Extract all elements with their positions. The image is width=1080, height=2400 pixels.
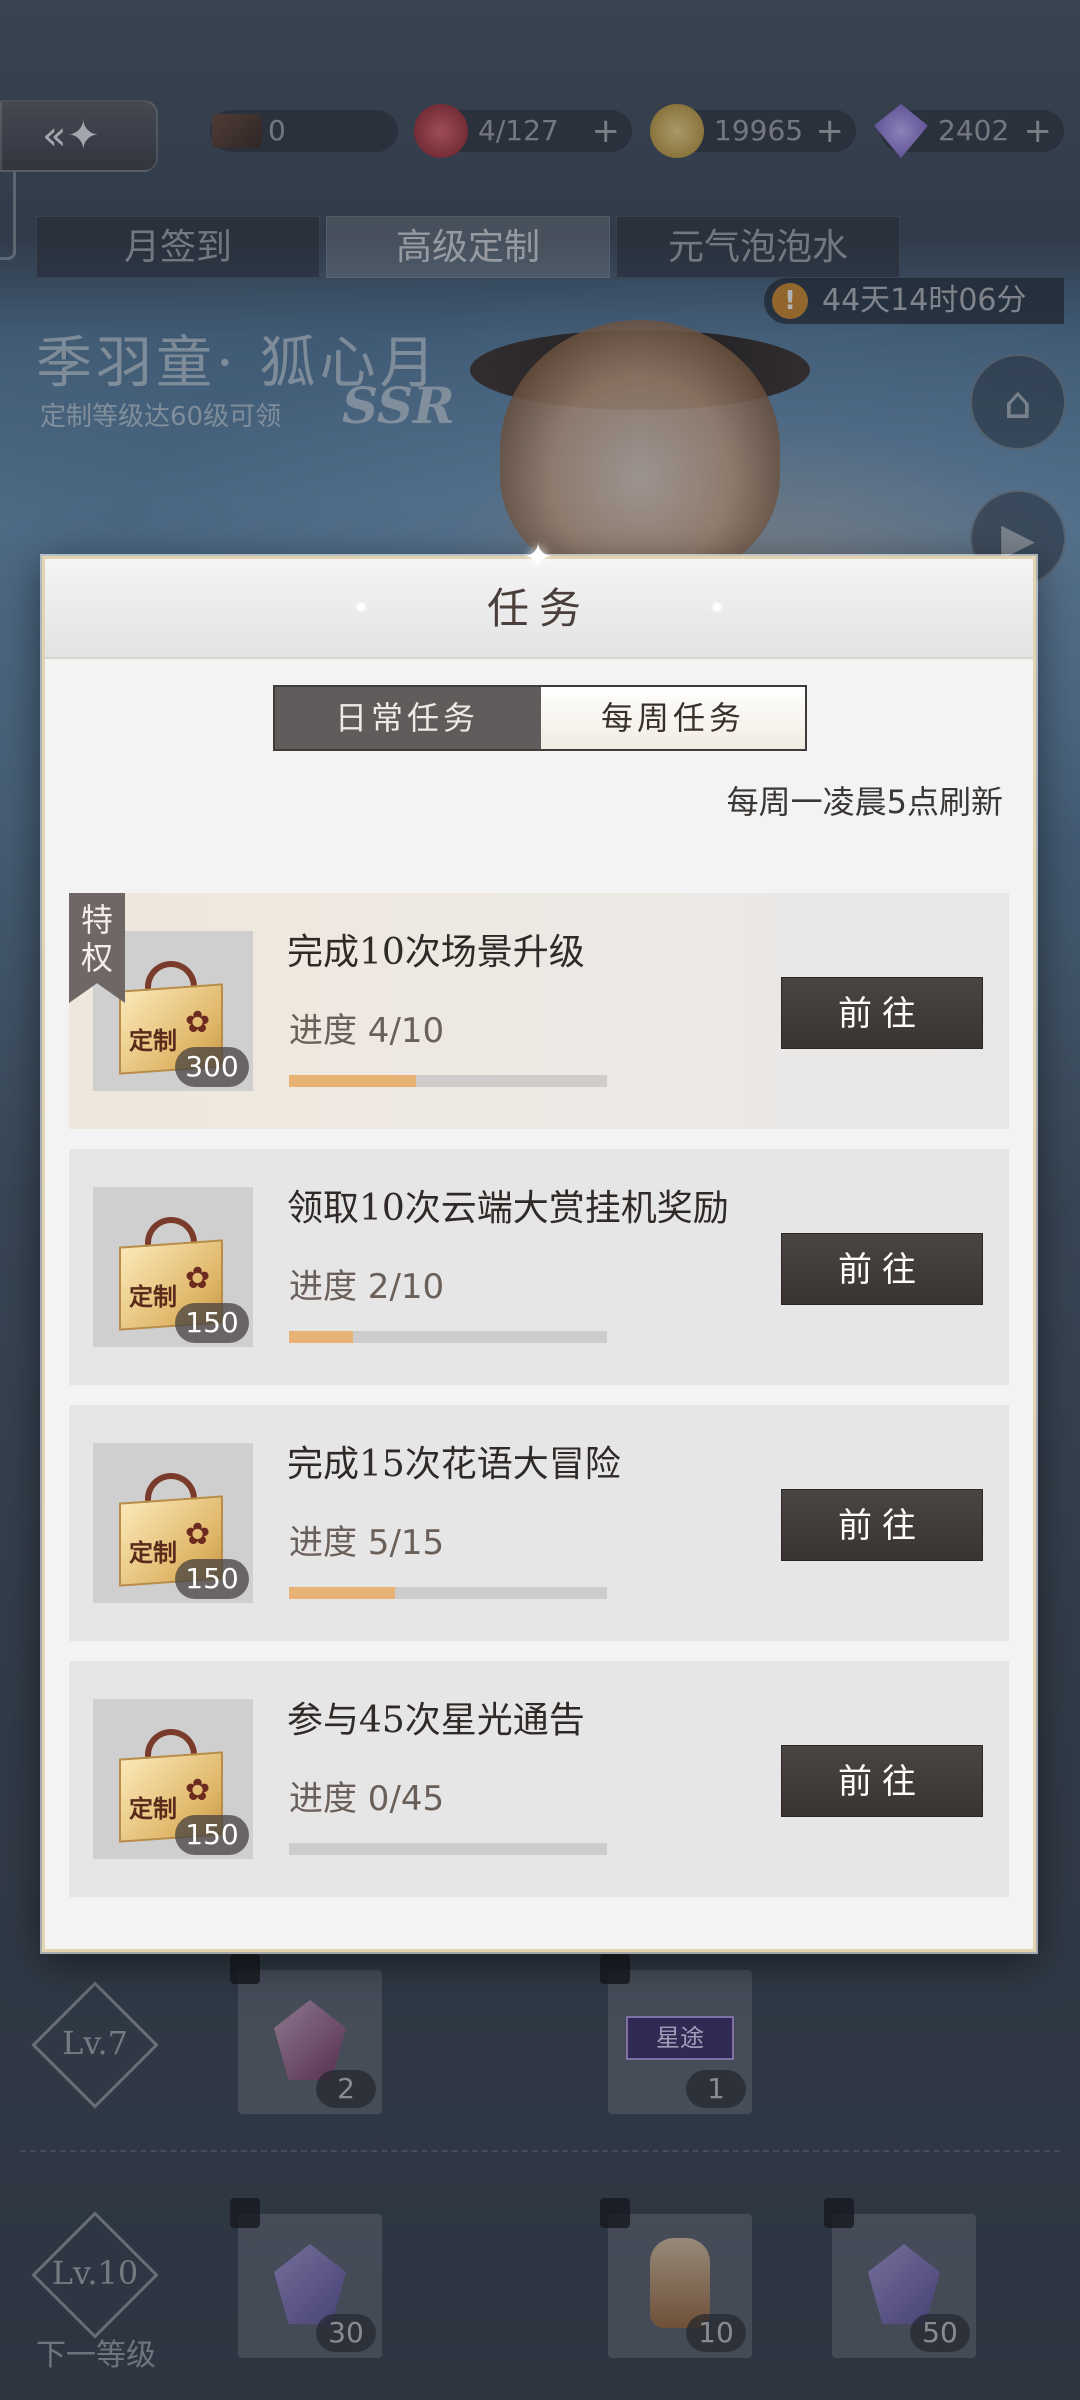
task-row: 定制 ✿ 150 参与45次星光通告 进度 0/45 前往 xyxy=(69,1661,1009,1897)
reward-item[interactable]: 定制 ✿ 150 xyxy=(93,1187,253,1347)
task-progress-bar xyxy=(289,1587,607,1599)
task-title: 领取10次云端大赏挂机奖励 xyxy=(287,1188,729,1229)
progress-fill xyxy=(289,1075,417,1087)
reward-item[interactable]: 定制 ✿ 150 xyxy=(93,1443,253,1603)
task-progress-text: 进度 4/10 xyxy=(289,1011,445,1051)
task-progress-bar xyxy=(289,1331,607,1343)
go-button[interactable]: 前往 xyxy=(781,977,983,1049)
decor-dot xyxy=(357,603,365,611)
task-title: 完成15次花语大冒险 xyxy=(287,1444,621,1485)
tab-weekly-tasks[interactable]: 每周任务 xyxy=(541,687,805,749)
task-dialog: 任务 ✦ 日常任务 每周任务 每周一凌晨5点刷新 定制 ✿ 300 特权 完成1… xyxy=(42,537,1036,1952)
task-tab-switch: 日常任务 每周任务 xyxy=(273,685,807,751)
reward-count: 150 xyxy=(175,1559,249,1599)
task-row: 定制 ✿ 150 领取10次云端大赏挂机奖励 进度 2/10 前往 xyxy=(69,1149,1009,1385)
go-button[interactable]: 前往 xyxy=(781,1745,983,1817)
task-row: 定制 ✿ 300 特权 完成10次场景升级 进度 4/10 前往 xyxy=(69,893,1009,1129)
task-title: 完成10次场景升级 xyxy=(287,932,585,973)
decor-dot xyxy=(713,603,721,611)
refresh-note: 每周一凌晨5点刷新 xyxy=(726,783,1003,821)
go-button[interactable]: 前往 xyxy=(781,1489,983,1561)
task-row: 定制 ✿ 150 完成15次花语大冒险 进度 5/15 前往 xyxy=(69,1405,1009,1641)
progress-fill xyxy=(289,1587,395,1599)
progress-fill xyxy=(289,1331,353,1343)
task-progress-bar xyxy=(289,1075,607,1087)
tab-daily-tasks[interactable]: 日常任务 xyxy=(275,687,539,749)
reward-count: 300 xyxy=(175,1047,249,1087)
task-progress-text: 进度 0/45 xyxy=(289,1779,445,1819)
task-progress-text: 进度 5/15 xyxy=(289,1523,445,1563)
task-title: 参与45次星光通告 xyxy=(287,1700,585,1741)
reward-count: 150 xyxy=(175,1815,249,1855)
sparkle-icon: ✦ xyxy=(523,537,554,578)
reward-count: 150 xyxy=(175,1303,249,1343)
task-progress-bar xyxy=(289,1843,607,1855)
go-button[interactable]: 前往 xyxy=(781,1233,983,1305)
reward-item[interactable]: 定制 ✿ 150 xyxy=(93,1699,253,1859)
task-progress-text: 进度 2/10 xyxy=(289,1267,445,1307)
